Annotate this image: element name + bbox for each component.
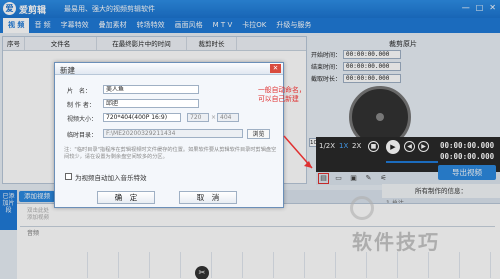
cancel-button[interactable]: 取 消	[179, 191, 237, 204]
dialog-close-icon[interactable]: ✕	[270, 64, 281, 73]
temp-dir-note: 注："临时目录"指程序在剪辑视频时文件缓存的位置。如果软件要从剪辑软件目录时剪辑…	[64, 147, 277, 160]
producer-label: 制 作 者：	[67, 102, 95, 109]
dialog-title: 新建	[60, 66, 75, 75]
new-project-dialog: 新建 ✕ 片 名： 美人鱼 制 作 者： 邱胆 视频大小： 720*404(40…	[54, 62, 284, 208]
name-input[interactable]: 美人鱼	[103, 85, 199, 94]
annotation-text: 一般自动命名，可以自己新建	[258, 86, 306, 103]
size-label: 视频大小：	[67, 116, 98, 123]
producer-input[interactable]: 邱胆	[103, 99, 199, 108]
ok-button[interactable]: 确 定	[97, 191, 155, 204]
dialog-title-bar: 新建 ✕	[55, 63, 283, 75]
auto-music-checkbox[interactable]	[65, 173, 72, 180]
name-label: 片 名：	[67, 88, 92, 95]
height-input[interactable]: 404	[217, 113, 239, 122]
temp-dir-input[interactable]: F:\ME20200329211434	[103, 129, 243, 138]
size-separator: ×	[211, 114, 217, 121]
width-input[interactable]: 720	[187, 113, 209, 122]
auto-music-label[interactable]: 为视频自动加入音乐特效	[75, 172, 147, 182]
browse-button[interactable]: 浏览	[247, 129, 270, 139]
size-select[interactable]: 720*404(400P 16:9)	[103, 113, 181, 122]
temp-dir-label: 临时目录：	[67, 132, 98, 139]
